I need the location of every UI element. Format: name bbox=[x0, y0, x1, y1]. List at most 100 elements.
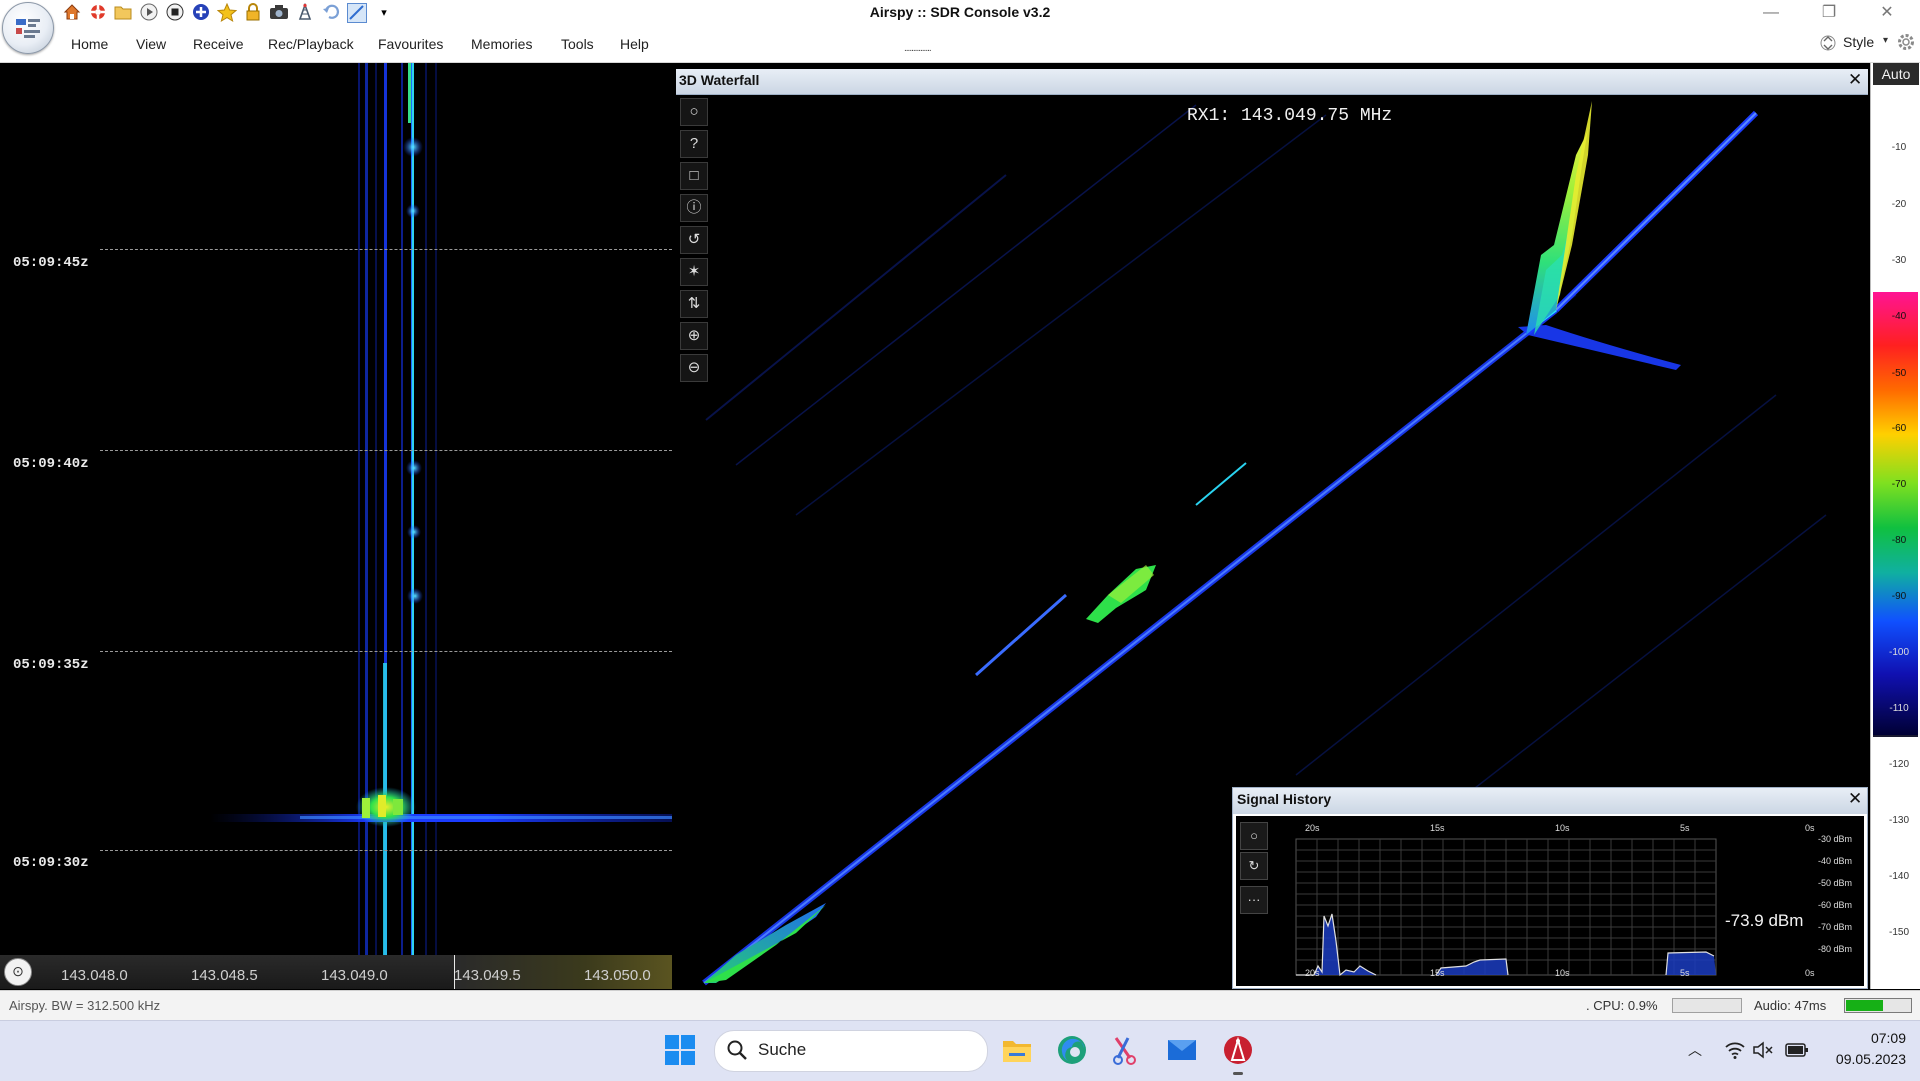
ribbon-collapse-handle[interactable]: ............... bbox=[904, 43, 932, 54]
folder-icon[interactable] bbox=[113, 3, 133, 23]
auto-scale-button[interactable]: Auto bbox=[1873, 63, 1919, 85]
chart-icon[interactable] bbox=[347, 3, 367, 23]
style-dropdown-icon[interactable]: ▾ bbox=[1883, 35, 1888, 46]
close-icon: ✕ bbox=[1880, 4, 1894, 21]
audio-status: Audio: 47ms bbox=[1754, 998, 1827, 1013]
square-icon[interactable]: □ bbox=[680, 162, 708, 190]
tower-icon[interactable] bbox=[295, 2, 315, 23]
play-icon[interactable] bbox=[139, 3, 159, 23]
zoom-in-icon[interactable]: ⊕ bbox=[680, 322, 708, 350]
minimize-button[interactable]: — bbox=[1748, 0, 1794, 28]
freq-tick-label: 143.048.5 bbox=[191, 967, 258, 984]
settings-gear-icon[interactable] bbox=[1895, 31, 1917, 53]
speaker-muted-icon[interactable] bbox=[1752, 1039, 1774, 1061]
minimize-icon: — bbox=[1763, 4, 1779, 21]
signal-history-more-button[interactable]: ··· bbox=[1240, 886, 1268, 914]
signal-history-reset-button[interactable]: ↻ bbox=[1240, 852, 1268, 880]
time-tick-label: 5s bbox=[1680, 968, 1690, 978]
dbm-scale-tick: -50 bbox=[1891, 368, 1907, 379]
search-icon bbox=[726, 1039, 748, 1061]
add-icon[interactable] bbox=[191, 3, 211, 23]
dbm-scale-tick: -30 bbox=[1891, 255, 1907, 266]
up-down-arrows-icon[interactable]: ⇅ bbox=[680, 290, 708, 318]
waterfall-display[interactable]: 05:09:45z 05:09:40z 05:09:35z 05:09:30z bbox=[0, 63, 672, 955]
rotate-icon[interactable]: ↺ bbox=[680, 226, 708, 254]
menu-home[interactable]: Home bbox=[71, 36, 108, 52]
time-grid-line bbox=[100, 651, 672, 652]
dbm-tick-label: -50 dBm bbox=[1818, 878, 1853, 888]
info-icon[interactable]: ⓘ bbox=[680, 194, 708, 222]
time-tick-label: 15s bbox=[1430, 968, 1445, 978]
lifebuoy-icon[interactable] bbox=[88, 3, 108, 23]
menu-view[interactable]: View bbox=[136, 36, 166, 52]
3d-waterfall-header bbox=[676, 69, 1868, 95]
snipping-tool-icon[interactable] bbox=[1110, 1034, 1142, 1066]
signal-history-circle-button[interactable]: ○ bbox=[1240, 822, 1268, 850]
3d-waterfall-title: 3D Waterfall bbox=[679, 72, 760, 88]
sdr-console-icon[interactable] bbox=[1222, 1034, 1254, 1066]
star-icon[interactable]: ✶ bbox=[680, 258, 708, 286]
time-tick-label: 10s bbox=[1555, 823, 1570, 833]
taskbar-search-input[interactable] bbox=[714, 1030, 988, 1072]
time-tick-label: 5s bbox=[1680, 823, 1690, 833]
dropdown-arrow-icon[interactable]: ▾ bbox=[374, 3, 394, 23]
dbm-scale-tick: -10 bbox=[1891, 142, 1907, 153]
edge-browser-icon[interactable] bbox=[1056, 1034, 1088, 1066]
menu-favourites[interactable]: Favourites bbox=[378, 36, 443, 52]
clock-date[interactable]: 09.05.2023 bbox=[1826, 1051, 1906, 1067]
home-icon[interactable] bbox=[62, 3, 82, 23]
signal-history-graph bbox=[1295, 838, 1717, 977]
camera-icon[interactable] bbox=[269, 3, 289, 23]
help-icon[interactable]: ? bbox=[680, 130, 708, 158]
dbm-scale-tick: -40 bbox=[1891, 311, 1907, 322]
time-tick-label: 15s bbox=[1430, 823, 1445, 833]
file-explorer-icon[interactable] bbox=[1001, 1034, 1033, 1066]
target-icon: ⊙ bbox=[12, 963, 24, 979]
frequency-axis[interactable]: 143.048.0 143.048.5 143.049.0 143.049.5 … bbox=[0, 955, 672, 989]
freq-tick-label: 143.049.5 bbox=[454, 967, 521, 984]
time-marker: 05:09:35z bbox=[0, 653, 102, 677]
dbm-tick-label: -30 dBm bbox=[1818, 834, 1853, 844]
style-spinner-icon[interactable] bbox=[1820, 32, 1836, 54]
style-menu[interactable]: Style bbox=[1843, 34, 1874, 50]
time-marker: 05:09:30z bbox=[0, 851, 102, 875]
3d-waterfall-close-button[interactable]: ✕ bbox=[1848, 70, 1862, 90]
restore-button[interactable]: ❐ bbox=[1806, 0, 1852, 28]
signal-history-close-button[interactable]: ✕ bbox=[1848, 789, 1862, 809]
zoom-out-icon[interactable]: ⊖ bbox=[680, 354, 708, 382]
windows-start-icon[interactable] bbox=[664, 1034, 696, 1066]
freq-tick-label: 143.050.0 bbox=[584, 967, 651, 984]
dbm-scale-tick: -70 bbox=[1891, 479, 1907, 490]
signal-history-plot[interactable]: 20s 15s 10s 5s 0s 20s 15s 10s 5s 0s -30 … bbox=[1236, 816, 1864, 986]
menu-rec-playback[interactable]: Rec/Playback bbox=[268, 36, 354, 52]
dbm-scale-tick: -90 bbox=[1891, 591, 1907, 602]
time-tick-label: 20s bbox=[1305, 968, 1320, 978]
dbm-tick-label: -80 dBm bbox=[1818, 944, 1853, 954]
chevron-up-icon[interactable]: ︿ bbox=[1688, 1040, 1702, 1060]
dbm-tick-label: -60 dBm bbox=[1818, 900, 1853, 910]
menu-memories[interactable]: Memories bbox=[471, 36, 532, 52]
application-menu-button[interactable] bbox=[2, 2, 54, 54]
battery-icon[interactable] bbox=[1785, 1041, 1809, 1059]
lock-icon[interactable] bbox=[243, 3, 263, 23]
menu-help[interactable]: Help bbox=[620, 36, 649, 52]
time-grid-line bbox=[100, 450, 672, 451]
cpu-meter bbox=[1672, 998, 1742, 1013]
menu-tools[interactable]: Tools bbox=[561, 36, 594, 52]
menu-receive[interactable]: Receive bbox=[193, 36, 244, 52]
axis-zoom-button[interactable]: ⊙ bbox=[4, 958, 32, 986]
mail-icon[interactable] bbox=[1166, 1034, 1198, 1066]
dbm-tick-label: -70 dBm bbox=[1818, 922, 1853, 932]
dbm-scale-tick: -110 bbox=[1889, 703, 1909, 714]
color-scale-bar bbox=[1873, 292, 1918, 737]
close-window-button[interactable]: ✕ bbox=[1864, 0, 1910, 28]
clock-time[interactable]: 07:09 bbox=[1850, 1030, 1906, 1046]
time-grid-line bbox=[100, 249, 672, 250]
stop-icon[interactable] bbox=[165, 3, 185, 23]
active-app-indicator bbox=[1233, 1072, 1243, 1075]
undo-icon[interactable] bbox=[321, 3, 341, 23]
wifi-icon[interactable] bbox=[1724, 1039, 1746, 1061]
circle-icon[interactable]: ○ bbox=[680, 98, 708, 126]
dbm-scale-tick: -80 bbox=[1891, 535, 1907, 546]
favourite-star-icon[interactable] bbox=[216, 2, 238, 23]
